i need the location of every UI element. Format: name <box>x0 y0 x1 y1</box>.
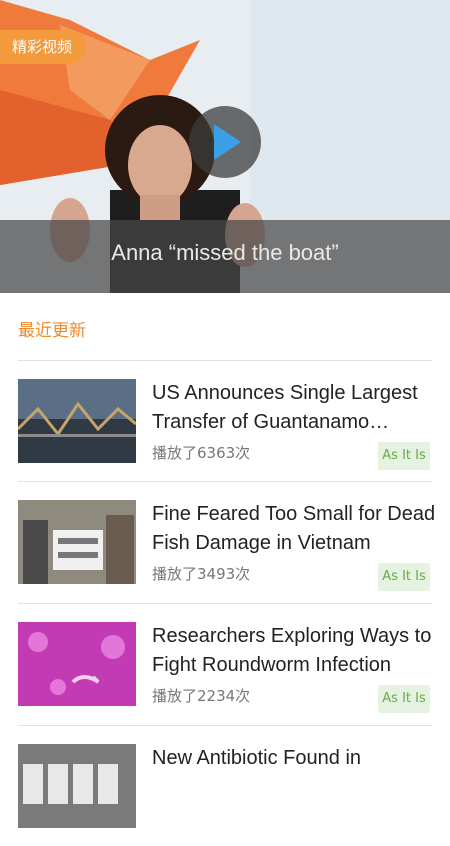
play-button[interactable] <box>189 106 261 178</box>
list-item[interactable]: Fine Feared Too Small for Dead Fish Dama… <box>0 482 450 602</box>
category-tag: As It Is <box>378 563 430 591</box>
item-thumbnail <box>18 744 136 828</box>
section-title: 最近更新 <box>18 321 86 341</box>
list-item[interactable]: New Antibiotic Found in <box>0 726 450 846</box>
play-icon <box>214 124 241 160</box>
item-thumbnail <box>18 622 136 706</box>
featured-video-badge: 精彩视频 <box>0 30 87 64</box>
category-tag: As It Is <box>378 442 430 470</box>
video-caption: Anna “missed the boat” <box>111 240 339 265</box>
item-title[interactable]: Fine Feared Too Small for Dead Fish Dama… <box>152 500 437 558</box>
category-tag: As It Is <box>378 685 430 713</box>
item-views: 播放了3493次 <box>152 565 251 583</box>
list-item[interactable]: Researchers Exploring Ways to Fight Roun… <box>0 604 450 724</box>
item-views: 播放了6363次 <box>152 444 251 462</box>
item-thumbnail <box>18 500 136 584</box>
item-views: 播放了2234次 <box>152 687 251 705</box>
item-thumbnail <box>18 379 136 463</box>
list-item[interactable]: US Announces Single Largest Transfer of … <box>0 361 450 481</box>
item-title[interactable]: New Antibiotic Found in <box>152 744 437 773</box>
item-title[interactable]: Researchers Exploring Ways to Fight Roun… <box>152 622 437 680</box>
featured-video[interactable]: 精彩视频 Anna “missed the boat” <box>0 0 450 293</box>
item-title[interactable]: US Announces Single Largest Transfer of … <box>152 379 437 437</box>
